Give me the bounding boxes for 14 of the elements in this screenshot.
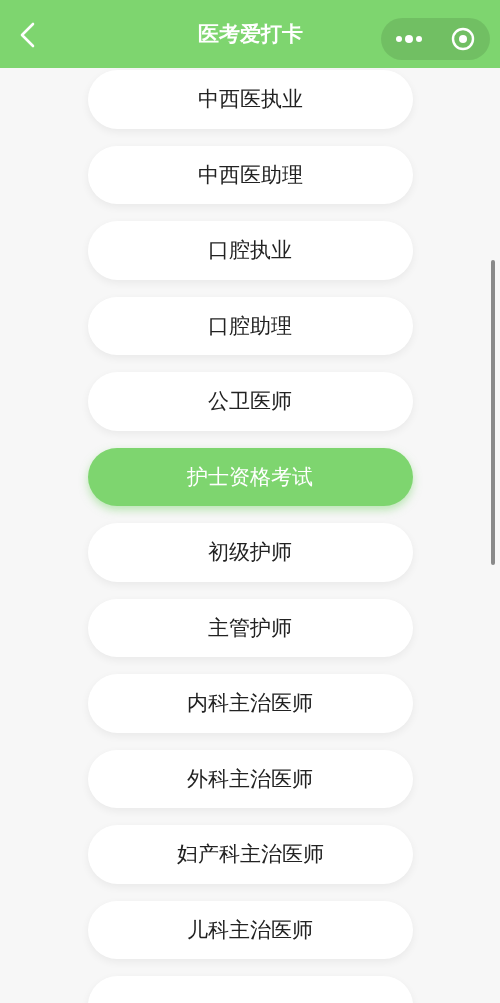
exam-option[interactable]: 外科主治医师	[87, 749, 413, 808]
exam-option[interactable]: 口腔执业	[87, 221, 413, 280]
page-title: 医考爱打卡	[197, 21, 303, 48]
exam-option[interactable]: 儿科主治医师	[87, 900, 413, 959]
exam-option[interactable]: 口腔助理	[87, 296, 413, 355]
exam-option[interactable]: 中西医执业	[87, 70, 413, 129]
exam-option[interactable]: 主管护师	[87, 598, 413, 657]
exam-option[interactable]: 内科主治医师	[87, 674, 413, 733]
exam-option[interactable]: 公卫医师	[87, 372, 413, 431]
exam-option[interactable]: 中西医助理	[87, 145, 413, 204]
close-icon[interactable]	[451, 27, 475, 51]
exam-option[interactable]: 初级护师	[87, 523, 413, 582]
more-icon[interactable]	[395, 33, 423, 45]
exam-option[interactable]: 妇产科主治医师	[87, 825, 413, 884]
